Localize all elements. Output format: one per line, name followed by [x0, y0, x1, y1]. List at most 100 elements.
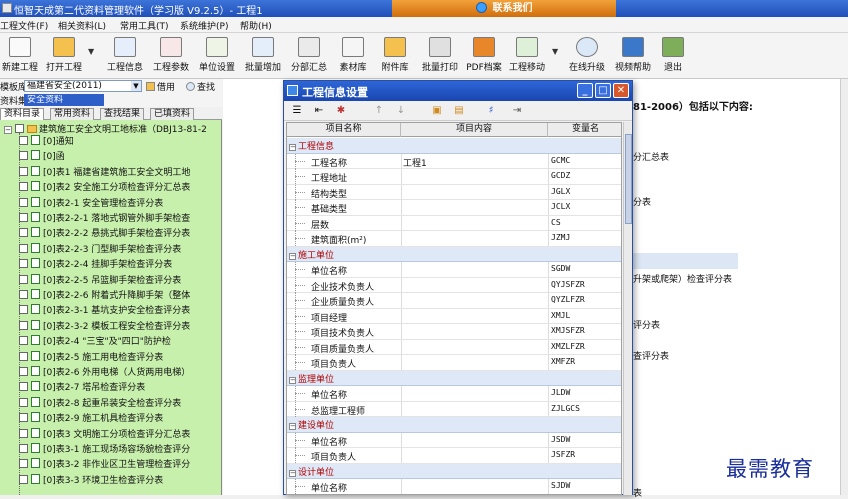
- tree-item[interactable]: [0]表3 文明施工分项检查评分汇总表: [16, 427, 190, 442]
- tree-item[interactable]: [0]通知: [16, 134, 74, 149]
- item-checkbox[interactable]: [19, 444, 28, 453]
- toolbar-new-project[interactable]: 新建工程: [0, 35, 40, 77]
- menu-tools[interactable]: 常用工具(T): [120, 19, 169, 32]
- minimize-button[interactable]: _: [577, 83, 593, 98]
- tree-item[interactable]: [0]表2-3-2 模板工程安全检查评分表: [16, 319, 190, 334]
- scroll-thumb[interactable]: [625, 134, 632, 224]
- item-checkbox[interactable]: [19, 243, 28, 253]
- grid-group-row[interactable]: − 工程信息: [287, 138, 621, 154]
- toolbar-move-project[interactable]: 工程移动: [506, 35, 548, 77]
- open-dropdown-arrow[interactable]: ▼: [88, 47, 94, 56]
- item-checkbox[interactable]: [19, 474, 28, 484]
- tree-item[interactable]: [0]表3-3 环境卫生检查评分表: [16, 473, 163, 488]
- grid-row[interactable]: 项目经理 XMJL: [287, 308, 621, 324]
- move-dropdown-arrow[interactable]: ▼: [552, 47, 558, 56]
- collapse-icon[interactable]: −: [289, 376, 296, 384]
- tab-filled[interactable]: 已填资料: [150, 108, 195, 120]
- toolbar-batch-add[interactable]: 批量增加: [242, 35, 284, 77]
- grid-group-row[interactable]: − 设计单位: [287, 463, 621, 479]
- menu-related[interactable]: 相关资料(L): [58, 19, 106, 32]
- grid-group-row[interactable]: − 监理单位: [287, 370, 621, 386]
- tree-item[interactable]: [0]表2-2-1 落地式钢管外脚手架检查: [16, 211, 190, 226]
- grid-row[interactable]: 项目负责人 XMFZR: [287, 355, 621, 371]
- menu-help[interactable]: 帮助(H): [240, 19, 272, 32]
- tree-item[interactable]: [0]表2-2-6 附着式升降脚手架（整体: [16, 288, 190, 303]
- col-name-header[interactable]: 项目名称: [287, 123, 401, 137]
- tree-item[interactable]: [0]函: [16, 149, 65, 164]
- collapse-icon[interactable]: −: [289, 469, 296, 477]
- template-lib-select[interactable]: 福建省安全(2011) ▼: [24, 80, 142, 92]
- item-checkbox[interactable]: [19, 228, 28, 238]
- item-checkbox[interactable]: [19, 213, 28, 222]
- special-char-icon[interactable]: ♯: [484, 104, 498, 117]
- toolbar-batch-print[interactable]: 批量打印: [420, 35, 460, 77]
- item-checkbox[interactable]: [19, 428, 28, 438]
- collapse-icon[interactable]: −: [289, 423, 296, 430]
- data-set-select[interactable]: 安全资料: [24, 94, 104, 106]
- item-checkbox[interactable]: [19, 382, 28, 392]
- tree-item[interactable]: [0]表2-3-1 基坑支护安全检查评分表: [16, 303, 190, 318]
- import-icon[interactable]: ▣: [430, 104, 444, 117]
- item-checkbox[interactable]: [19, 136, 28, 145]
- tree-item[interactable]: [0]表2-5 施工用电检查评分表: [16, 350, 163, 365]
- toolbar-attachments[interactable]: 附件库: [376, 35, 414, 77]
- item-checkbox[interactable]: [19, 197, 28, 207]
- toolbar-exit[interactable]: 退出: [658, 35, 688, 77]
- grid-row[interactable]: 项目负责人 JSFZR: [287, 448, 621, 464]
- close-button[interactable]: ✕: [613, 83, 629, 98]
- collapse-icon[interactable]: −: [289, 144, 296, 151]
- insert-row-icon[interactable]: ☰: [290, 104, 304, 117]
- item-checkbox[interactable]: [19, 336, 28, 346]
- export-icon[interactable]: ▤: [452, 104, 466, 117]
- menu-maintenance[interactable]: 系统维护(P): [180, 19, 228, 32]
- item-checkbox[interactable]: [19, 351, 28, 361]
- item-checkbox[interactable]: [19, 182, 28, 192]
- move-down-icon[interactable]: ↓: [394, 104, 408, 117]
- toolbar-pdf-archive[interactable]: PDF档案: [464, 35, 504, 77]
- tree-item[interactable]: [0]表2-2-4 挂脚手架检查评分表: [16, 257, 172, 272]
- grid-row[interactable]: 企业技术负责人 QYJSFZR: [287, 277, 621, 293]
- tree-item[interactable]: [0]表2-7 塔吊检查评分表: [16, 380, 145, 395]
- grid-row[interactable]: 总监理工程师 ZJLGCS: [287, 401, 621, 417]
- collapse-icon[interactable]: −: [289, 252, 296, 260]
- grid-row[interactable]: 单位名称 JSDW: [287, 432, 621, 448]
- move-up-icon[interactable]: ↑: [372, 104, 386, 117]
- tree-item[interactable]: [0]表3-2 非作业区卫生管理检查评分: [16, 457, 190, 472]
- toolbar-unit-settings[interactable]: 单位设置: [196, 35, 238, 77]
- tree-item[interactable]: [0]表2-9 施工机具检查评分表: [16, 411, 163, 426]
- toolbar-open-project[interactable]: 打开工程: [44, 35, 84, 77]
- grid-row[interactable]: 结构类型 JGLX: [287, 184, 621, 200]
- grid-row[interactable]: 单位名称 JLDW: [287, 386, 621, 402]
- item-checkbox[interactable]: [19, 290, 28, 299]
- menu-file[interactable]: 工程文件(F): [0, 19, 48, 32]
- tree-item[interactable]: [0]表3-1 施工现场场容场貌检查评分: [16, 442, 190, 457]
- toolbar-video-help[interactable]: 视频帮助: [612, 35, 654, 77]
- grid-row[interactable]: 项目技术负责人 XMJSFZR: [287, 324, 621, 340]
- grid-row[interactable]: 企业质量负责人 QYZLFZR: [287, 293, 621, 309]
- grid-row[interactable]: 基础类型 JCLX: [287, 200, 621, 216]
- field-value-input[interactable]: 工程1: [403, 156, 427, 169]
- tree-item[interactable]: [0]表2 安全施工分项检查评分汇总表: [16, 180, 190, 195]
- grid-row[interactable]: 单位名称 SJDW: [287, 479, 621, 494]
- col-var-header[interactable]: 变量名: [548, 123, 621, 137]
- tab-common[interactable]: 常用资料: [50, 108, 95, 120]
- grid-row[interactable]: 建筑面积(m²) JZMJ: [287, 231, 621, 247]
- grid-row[interactable]: 层数 CS: [287, 215, 621, 231]
- delete-row-icon[interactable]: ⇤: [312, 104, 326, 117]
- find-button[interactable]: 查找: [186, 80, 215, 93]
- item-checkbox[interactable]: [19, 274, 28, 284]
- tree-item[interactable]: [0]表2-2-2 悬挑式脚手架检查评分表: [16, 226, 190, 241]
- toolbar-online-upgrade[interactable]: 在线升级: [566, 35, 608, 77]
- root-checkbox[interactable]: [15, 124, 24, 133]
- item-checkbox[interactable]: [19, 305, 28, 315]
- grid-row[interactable]: 单位名称 SGDW: [287, 262, 621, 278]
- tree-item[interactable]: [0]表2-6 外用电梯（人货两用电梯）: [16, 365, 190, 380]
- item-checkbox[interactable]: [19, 166, 28, 176]
- item-checkbox[interactable]: [19, 413, 28, 423]
- toolbar-project-info[interactable]: 工程信息: [104, 35, 146, 77]
- item-checkbox[interactable]: [19, 320, 28, 330]
- item-checkbox[interactable]: [19, 397, 28, 407]
- grid-row[interactable]: 项目质量负责人 XMZLFZR: [287, 339, 621, 355]
- clear-icon[interactable]: ✱: [334, 104, 348, 117]
- toolbar-project-params[interactable]: 工程参数: [150, 35, 192, 77]
